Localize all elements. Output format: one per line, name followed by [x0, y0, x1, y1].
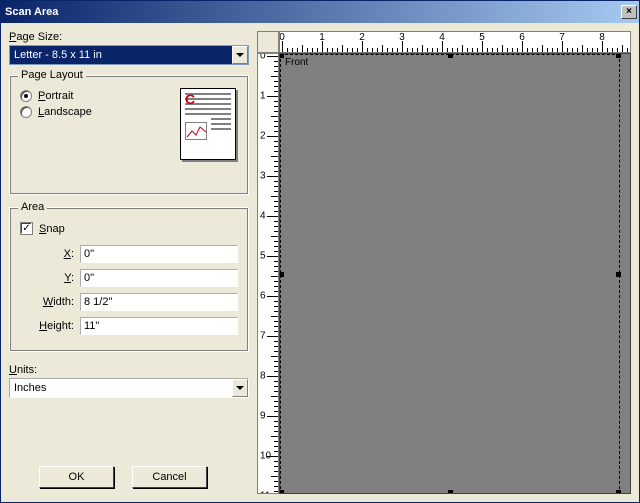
radio-icon — [20, 106, 32, 118]
resize-handle-e[interactable] — [616, 272, 621, 277]
resize-handle-ne[interactable] — [616, 53, 621, 58]
y-label: Y: — [20, 272, 80, 284]
preview-glyph-icon: C — [185, 93, 195, 105]
page-layout-legend: Page Layout — [18, 69, 86, 81]
ruler-corner — [257, 31, 279, 53]
y-input[interactable] — [80, 269, 238, 287]
scan-rect-label: Front — [285, 57, 308, 68]
page-layout-group: Page Layout Portrait Landscape C — [9, 75, 249, 195]
units-select[interactable]: Inches — [9, 378, 249, 398]
page-size-value: Letter - 8.5 x 11 in — [10, 46, 232, 64]
page-size-select[interactable]: Letter - 8.5 x 11 in — [9, 45, 249, 65]
width-input[interactable] — [80, 293, 238, 311]
dialog-buttons: OK Cancel — [9, 466, 249, 494]
height-input[interactable] — [80, 317, 238, 335]
cancel-button[interactable]: Cancel — [132, 466, 207, 488]
close-button[interactable]: × — [621, 5, 637, 19]
units-value: Inches — [10, 379, 232, 397]
vertical-ruler: 01234567891011 — [257, 53, 279, 494]
resize-handle-sw[interactable] — [279, 490, 284, 494]
landscape-label: Landscape — [38, 106, 92, 118]
area-legend: Area — [18, 201, 47, 213]
resize-handle-nw[interactable] — [279, 53, 284, 58]
title-bar: Scan Area × — [1, 1, 639, 23]
scan-area-rectangle[interactable]: Front — [280, 54, 620, 494]
ok-button[interactable]: OK — [39, 466, 114, 488]
page-size-label: Page Size: — [9, 31, 249, 43]
preview-canvas[interactable]: Front — [279, 53, 631, 494]
units-label: Units: — [9, 364, 249, 376]
portrait-label: Portrait — [38, 90, 73, 102]
area-group: Area ✓ Snap X: Y: Width: — [9, 207, 249, 352]
preview-chart-icon — [185, 122, 207, 140]
content-area: Page Size: Letter - 8.5 x 11 in Page Lay… — [1, 23, 639, 502]
preview-panel: 012345678 01234567891011 Front — [257, 31, 631, 494]
resize-handle-se[interactable] — [616, 490, 621, 494]
height-label: Height: — [20, 320, 80, 332]
snap-checkbox-row[interactable]: ✓ Snap — [20, 222, 238, 235]
resize-handle-s[interactable] — [448, 490, 453, 494]
width-label: Width: — [20, 296, 80, 308]
radio-icon — [20, 90, 32, 102]
snap-label: Snap — [39, 223, 65, 235]
x-input[interactable] — [80, 245, 238, 263]
checkbox-icon: ✓ — [20, 222, 33, 235]
x-label: X: — [20, 248, 80, 260]
resize-handle-n[interactable] — [448, 53, 453, 58]
resize-handle-w[interactable] — [279, 272, 284, 277]
horizontal-ruler: 012345678 — [279, 31, 631, 53]
orientation-preview: C — [180, 88, 236, 160]
dropdown-arrow-icon — [232, 379, 248, 397]
dropdown-arrow-icon — [232, 46, 248, 64]
scan-area-dialog: Scan Area × Page Size: Letter - 8.5 x 11… — [0, 0, 640, 503]
window-title: Scan Area — [5, 6, 621, 18]
settings-panel: Page Size: Letter - 8.5 x 11 in Page Lay… — [9, 31, 249, 494]
